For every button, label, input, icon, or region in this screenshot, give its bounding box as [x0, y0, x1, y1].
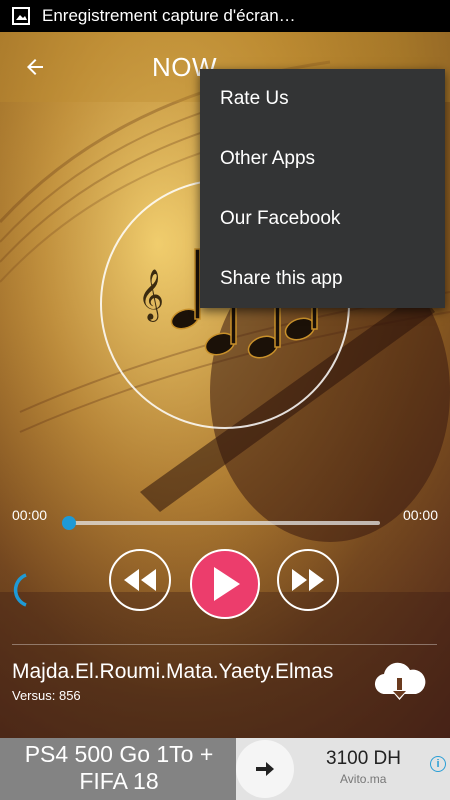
menu-item-other-apps[interactable]: Other Apps — [200, 129, 445, 189]
menu-item-share-app[interactable]: Share this app — [200, 249, 445, 309]
seek-bar[interactable] — [68, 521, 380, 525]
ad-info-icon[interactable]: i — [430, 756, 446, 772]
now-playing-screen: NOW 𝄞 00:00 00:00 Majda.El.Roumi.Mata.Ya… — [0, 32, 450, 738]
divider — [12, 644, 437, 645]
arrow-left-icon — [27, 59, 43, 75]
download-button[interactable] — [372, 660, 428, 706]
status-text: Enregistrement capture d'écran… — [42, 6, 296, 25]
ad-source: Avito.ma — [340, 772, 387, 786]
fast-forward-button[interactable] — [277, 549, 339, 611]
loading-spinner-icon — [13, 573, 27, 607]
menu-item-our-facebook[interactable]: Our Facebook — [200, 189, 445, 249]
ad-open-button[interactable] — [236, 740, 294, 798]
ad-headline: PS4 500 Go 1To + FIFA 18 — [24, 741, 214, 794]
cloud-download-icon — [374, 662, 426, 700]
ad-price: 3100 DH — [326, 748, 401, 769]
rewind-icon — [124, 569, 156, 591]
menu-item-rate-us[interactable]: Rate Us — [200, 69, 445, 129]
ad-banner[interactable]: PS4 500 Go 1To + FIFA 18 3100 DH Avito.m… — [0, 738, 450, 800]
back-button[interactable] — [0, 32, 70, 102]
seek-thumb[interactable] — [62, 516, 76, 530]
track-subtitle: Versus: 856 — [12, 688, 81, 703]
track-title: Majda.El.Roumi.Mata.Yaety.Elmas — [12, 660, 334, 683]
total-time: 00:00 — [402, 507, 438, 523]
play-icon — [214, 567, 240, 601]
play-button[interactable] — [190, 549, 260, 619]
screenshot-icon — [12, 7, 30, 25]
rewind-button[interactable] — [109, 549, 171, 611]
status-bar: Enregistrement capture d'écran… — [0, 0, 450, 32]
svg-text:𝄞: 𝄞 — [138, 269, 164, 322]
elapsed-time: 00:00 — [12, 507, 48, 523]
fast-forward-icon — [292, 569, 324, 591]
arrow-right-icon — [256, 762, 274, 776]
overflow-menu: Rate Us Other Apps Our Facebook Share th… — [200, 69, 445, 308]
